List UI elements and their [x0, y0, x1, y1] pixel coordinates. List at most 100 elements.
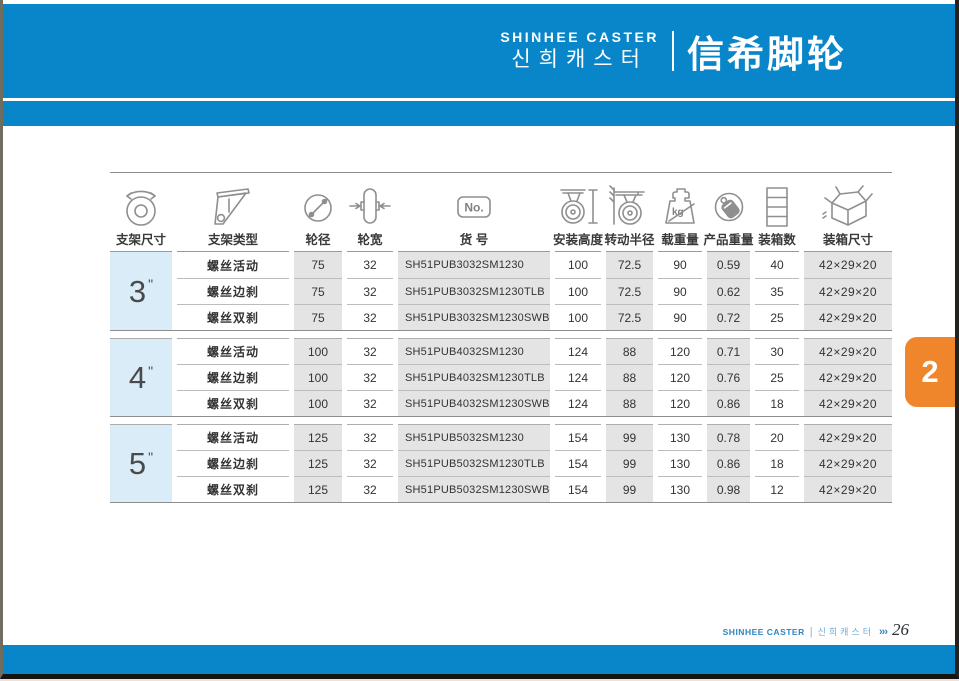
col-label: 轮宽: [357, 233, 382, 248]
brand-name-chinese: 信希脚轮: [687, 24, 847, 78]
cell-product-weight: 0.71: [707, 338, 750, 364]
cell-wheel-width: 32: [347, 424, 393, 450]
size-cell: 3 ": [110, 252, 172, 330]
swivel-top-icon: [116, 180, 166, 233]
cell-load-capacity: 90: [658, 278, 702, 304]
col-label: 载重量: [661, 233, 699, 248]
cell-carton-qty: 30: [755, 338, 799, 364]
cell-wheel-width: 32: [347, 278, 393, 304]
cell-carton-qty: 20: [755, 424, 799, 450]
cell-carton-size: 42×29×20: [804, 450, 892, 476]
cell-wheel-diameter: 125: [294, 450, 342, 476]
cell-bracket-type: 螺丝边刹: [177, 450, 289, 476]
cell-part-number: SH51PUB5032SM1230: [398, 424, 550, 450]
cell-bracket-type: 螺丝边刹: [177, 278, 289, 304]
page-content: 支架尺寸 支架类型: [3, 126, 955, 645]
cell-wheel-width: 32: [347, 390, 393, 416]
part-number-icon: No.: [449, 180, 499, 233]
wheel-diameter-icon: [295, 180, 341, 233]
footer-divider: |: [810, 626, 813, 638]
carton-qty-icon: [754, 180, 800, 233]
col-label: 轮径: [305, 233, 330, 248]
cell-carton-size: 42×29×20: [804, 278, 892, 304]
cell-part-number: SH51PUB4032SM1230TLB: [398, 364, 550, 390]
cell-product-weight: 0.98: [707, 476, 750, 502]
col-label: 货 号: [460, 233, 488, 248]
size-unit: ": [148, 276, 153, 292]
col-header-product-weight: 产品重量: [707, 180, 750, 252]
cell-wheel-diameter: 100: [294, 390, 342, 416]
cell-wheel-diameter: 75: [294, 252, 342, 278]
size-value: 4: [129, 362, 146, 393]
cell-turning-radius: 88: [606, 338, 653, 364]
turning-radius-icon: [606, 180, 654, 233]
cell-carton-size: 42×29×20: [804, 252, 892, 278]
cell-mount-height: 100: [555, 252, 601, 278]
cell-turning-radius: 99: [606, 450, 653, 476]
col-header-carton-size: 装箱尺寸: [804, 180, 892, 252]
cell-carton-size: 42×29×20: [804, 338, 892, 364]
cell-bracket-type: 螺丝双刹: [177, 304, 289, 330]
cell-carton-size: 42×29×20: [804, 390, 892, 416]
footer-chevrons: ›››: [879, 626, 887, 638]
col-header-turning-radius: 转动半径: [606, 180, 653, 252]
cell-wheel-width: 32: [347, 450, 393, 476]
cell-turning-radius: 99: [606, 424, 653, 450]
cell-wheel-diameter: 125: [294, 424, 342, 450]
col-label: 装箱数: [758, 233, 796, 248]
col-header-load-capacity: kg 载重量: [658, 180, 702, 252]
carton-size-icon: [820, 180, 876, 233]
cell-wheel-width: 32: [347, 364, 393, 390]
load-capacity-icon: kg: [656, 180, 704, 233]
table-header-row: 支架尺寸 支架类型: [110, 172, 892, 252]
col-header-bracket-type: 支架类型: [177, 180, 289, 252]
cell-mount-height: 100: [555, 278, 601, 304]
cell-mount-height: 124: [555, 364, 601, 390]
header-sub-band: [3, 101, 955, 126]
cell-mount-height: 154: [555, 476, 601, 502]
cell-part-number: SH51PUB5032SM1230SWB: [398, 476, 550, 502]
cell-bracket-type: 螺丝双刹: [177, 476, 289, 502]
cell-turning-radius: 72.5: [606, 252, 653, 278]
cell-carton-qty: 18: [755, 390, 799, 416]
cell-load-capacity: 130: [658, 424, 702, 450]
brand-logo: SHINHEE CASTER 신희캐스터 信希脚轮: [500, 24, 847, 78]
cell-load-capacity: 90: [658, 252, 702, 278]
header-band: SHINHEE CASTER 신희캐스터 信希脚轮: [3, 4, 955, 98]
col-header-wheel-width: 轮宽: [347, 180, 393, 252]
cell-product-weight: 0.76: [707, 364, 750, 390]
cell-bracket-type: 螺丝活动: [177, 424, 289, 450]
catalog-page: SHINHEE CASTER 신희캐스터 信希脚轮: [0, 0, 959, 679]
page-number: 26: [892, 620, 909, 640]
cell-wheel-width: 32: [347, 476, 393, 502]
cell-load-capacity: 120: [658, 338, 702, 364]
cell-load-capacity: 130: [658, 476, 702, 502]
section-tab[interactable]: 2: [905, 337, 955, 407]
footer-brand-korean: 신희캐스터: [818, 625, 874, 638]
cell-carton-size: 42×29×20: [804, 476, 892, 502]
mount-height-icon: [554, 180, 602, 233]
cell-carton-qty: 25: [755, 304, 799, 330]
cell-wheel-diameter: 125: [294, 476, 342, 502]
cell-load-capacity: 120: [658, 364, 702, 390]
cell-product-weight: 0.86: [707, 450, 750, 476]
cell-part-number: SH51PUB4032SM1230SWB: [398, 390, 550, 416]
cell-bracket-type: 螺丝活动: [177, 252, 289, 278]
size-group-3in: 3 " 螺丝活动 75 32 SH51PUB3032SM1230 100 72.…: [110, 252, 892, 331]
col-header-mount-height: 安装高度: [555, 180, 601, 252]
section-tab-number: 2: [921, 354, 938, 390]
col-label: 支架类型: [208, 233, 258, 248]
col-label: 安装高度: [553, 233, 603, 248]
col-header-bracket-size: 支架尺寸: [110, 180, 172, 252]
cell-turning-radius: 88: [606, 390, 653, 416]
cell-part-number: SH51PUB3032SM1230TLB: [398, 278, 550, 304]
cell-bracket-type: 螺丝双刹: [177, 390, 289, 416]
cell-carton-size: 42×29×20: [804, 304, 892, 330]
cell-product-weight: 0.59: [707, 252, 750, 278]
page-footer: SHINHEE CASTER | 신희캐스터 ››› 26: [723, 620, 909, 640]
bracket-icon: [208, 180, 258, 233]
col-label: 产品重量: [704, 233, 754, 248]
logo-divider: [672, 31, 674, 71]
col-label: 装箱尺寸: [823, 233, 873, 248]
cell-part-number: SH51PUB3032SM1230SWB: [398, 304, 550, 330]
